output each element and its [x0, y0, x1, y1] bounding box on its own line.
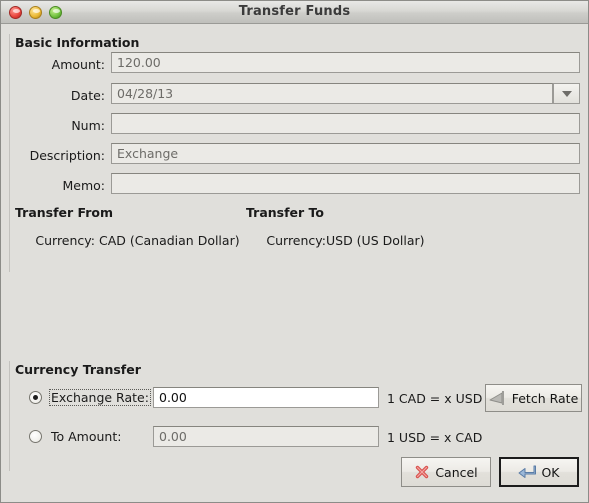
fetch-rate-label: Fetch Rate — [511, 390, 579, 406]
ok-label: OK — [541, 464, 560, 480]
to-amount-radio[interactable] — [29, 430, 42, 443]
exchange-rate-radio-row[interactable]: Exchange Rate: — [29, 389, 151, 406]
fetch-rate-button[interactable]: Fetch Rate — [485, 384, 582, 412]
antenna-icon — [489, 391, 507, 405]
dialog-content: Basic Information Amount: Date: Num: Des… — [1, 24, 588, 502]
exchange-rate-formula: 1 CAD = x USD — [387, 391, 483, 406]
to-amount-input[interactable] — [153, 426, 379, 447]
basic-information-heading: Basic Information — [15, 35, 140, 50]
to-amount-formula: 1 USD = x CAD — [387, 430, 483, 445]
cancel-button[interactable]: Cancel — [401, 457, 491, 487]
to-amount-radio-row[interactable]: To Amount: — [29, 428, 123, 445]
transfer-from-currency-value: CAD (Canadian Dollar) — [99, 233, 240, 248]
exchange-rate-input[interactable] — [153, 387, 379, 408]
transfer-funds-window: Transfer Funds Basic Information Amount:… — [0, 0, 589, 503]
amount-field[interactable] — [111, 52, 580, 73]
cancel-label: Cancel — [435, 464, 478, 480]
description-label: Description: — [29, 148, 105, 163]
enter-arrow-icon — [518, 465, 537, 480]
ok-button[interactable]: OK — [499, 457, 579, 487]
date-label: Date: — [70, 88, 105, 103]
date-dropdown-button[interactable] — [553, 83, 580, 104]
exchange-rate-label: Exchange Rate: — [49, 389, 151, 406]
date-field[interactable] — [111, 83, 553, 104]
description-field[interactable] — [111, 143, 580, 164]
exchange-rate-radio[interactable] — [29, 391, 42, 404]
transfer-from-currency-label: Currency: — [35, 233, 95, 248]
transfer-to-currency-label: Currency: — [266, 233, 326, 248]
chevron-down-icon — [561, 90, 572, 97]
red-x-icon — [414, 464, 430, 480]
title-bar[interactable]: Transfer Funds — [1, 1, 588, 24]
transfer-to-currency-value: USD (US Dollar) — [326, 233, 425, 248]
memo-label: Memo: — [62, 178, 105, 193]
amount-label: Amount: — [51, 57, 105, 72]
transfer-to-heading: Transfer To — [246, 205, 324, 220]
transfer-from-heading: Transfer From — [15, 205, 114, 220]
num-field[interactable] — [111, 113, 580, 134]
memo-field[interactable] — [111, 173, 580, 194]
to-amount-label: To Amount: — [51, 429, 122, 444]
currency-transfer-group-rule — [9, 361, 10, 471]
num-label: Num: — [71, 118, 105, 133]
currency-transfer-heading: Currency Transfer — [15, 362, 141, 377]
window-title: Transfer Funds — [238, 4, 351, 19]
